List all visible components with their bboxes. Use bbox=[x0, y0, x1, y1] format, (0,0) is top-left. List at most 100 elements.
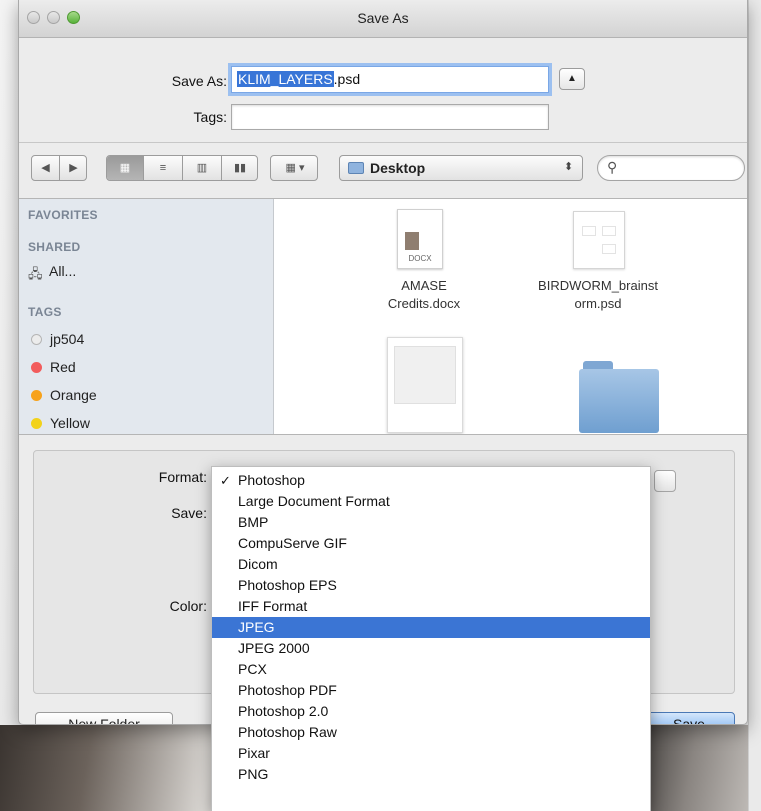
tag-dot-icon bbox=[31, 418, 42, 429]
sidebar: FAVORITES SHARED 🖧 All... TAGS jp504 Red… bbox=[19, 199, 274, 434]
menu-item-iff-format[interactable]: IFF Format bbox=[212, 596, 650, 617]
location-popup[interactable]: Desktop ⬍ bbox=[339, 155, 583, 181]
save-as-label: Save As: bbox=[171, 73, 227, 89]
file-item[interactable]: BIRDWORM_brainst orm.psd bbox=[513, 209, 683, 334]
folder-item[interactable] bbox=[579, 361, 659, 433]
file-type-badge: DOCX bbox=[408, 254, 432, 263]
search-field[interactable]: ⚲ bbox=[597, 155, 745, 181]
menu-item-photoshop[interactable]: ✓ Photoshop bbox=[212, 470, 650, 491]
list-view-button[interactable]: ≡ bbox=[144, 156, 182, 180]
sidebar-section-favorites: FAVORITES bbox=[28, 208, 98, 222]
checkmark-icon: ✓ bbox=[220, 473, 231, 488]
save-label: Save: bbox=[171, 505, 207, 521]
sidebar-item-label: Yellow bbox=[50, 415, 90, 431]
filename-extension: .psd bbox=[333, 71, 361, 87]
file-item[interactable]: DOCX AMASE Credits.docx bbox=[339, 209, 509, 334]
file-name: BIRDWORM_brainst orm.psd bbox=[513, 277, 683, 313]
format-menu: ✓ Photoshop Large Document Format BMP Com… bbox=[211, 466, 651, 811]
menu-item-photoshop-raw[interactable]: Photoshop Raw bbox=[212, 722, 650, 743]
chevron-up-icon: ▲ bbox=[567, 73, 577, 84]
menu-item-label: JPEG 2000 bbox=[238, 640, 310, 656]
file-name-line: AMASE bbox=[401, 278, 447, 293]
tag-dot-icon bbox=[31, 390, 42, 401]
tags-label: Tags: bbox=[193, 109, 227, 125]
thumbnail-photo bbox=[405, 232, 419, 250]
tag-dot-icon bbox=[31, 362, 42, 373]
tags-input[interactable] bbox=[231, 104, 549, 130]
sketch-box bbox=[602, 226, 616, 236]
divider bbox=[19, 142, 747, 143]
menu-item-label: PNG bbox=[238, 766, 269, 782]
menu-item-jpeg-2000[interactable]: JPEG 2000 bbox=[212, 638, 650, 659]
location-label: Desktop bbox=[370, 160, 426, 176]
menu-item-label: Dicom bbox=[238, 556, 278, 572]
arrange-menu-button[interactable]: ▦ ▾ bbox=[270, 155, 318, 181]
menu-item-dicom[interactable]: Dicom bbox=[212, 554, 650, 575]
menu-item-photoshop-2[interactable]: Photoshop 2.0 bbox=[212, 701, 650, 722]
color-label: Color: bbox=[169, 598, 207, 614]
menu-item-label: IFF Format bbox=[238, 598, 308, 614]
format-popup-edge[interactable] bbox=[654, 470, 676, 492]
filename-input[interactable]: KLIM_LAYERS.psd bbox=[231, 66, 549, 93]
new-folder-button[interactable]: New Folder bbox=[35, 712, 173, 724]
collapse-dialog-button[interactable]: ▲ bbox=[559, 68, 585, 90]
menu-item-pcx[interactable]: PCX bbox=[212, 659, 650, 680]
menu-item-label: CompuServe GIF bbox=[238, 535, 347, 551]
format-label: Format: bbox=[158, 469, 207, 485]
menu-item-photoshop-pdf[interactable]: Photoshop PDF bbox=[212, 680, 650, 701]
menu-item-large-document-format[interactable]: Large Document Format bbox=[212, 491, 650, 512]
background-app-edge bbox=[748, 0, 761, 811]
forward-button[interactable]: ▶ bbox=[60, 156, 87, 180]
folder-icon bbox=[348, 162, 364, 174]
cover-flow-icon: ▮▮ bbox=[233, 162, 247, 174]
sidebar-item-label: jp504 bbox=[50, 331, 85, 347]
menu-item-bmp[interactable]: BMP bbox=[212, 512, 650, 533]
menu-item-compuserve-gif[interactable]: CompuServe GIF bbox=[212, 533, 650, 554]
cover-flow-button[interactable]: ▮▮ bbox=[222, 156, 258, 180]
menu-item-jpeg[interactable]: JPEG bbox=[212, 617, 650, 638]
sidebar-item-label: Red bbox=[50, 359, 76, 375]
sidebar-item-label: All... bbox=[49, 263, 77, 279]
window-title: Save As bbox=[357, 10, 409, 26]
search-icon: ⚲ bbox=[607, 159, 618, 175]
filename-selected-text: KLIM_LAYERS bbox=[237, 71, 334, 87]
list-icon: ≡ bbox=[159, 162, 167, 174]
menu-item-label: PCX bbox=[238, 661, 267, 677]
file-item-thumbnail[interactable] bbox=[387, 337, 463, 433]
sidebar-item-tag-orange[interactable]: Orange bbox=[28, 385, 268, 407]
file-name-line: Credits.docx bbox=[387, 296, 461, 311]
file-browser: FAVORITES SHARED 🖧 All... TAGS jp504 Red… bbox=[19, 198, 747, 435]
back-forward-control: ◀ ▶ bbox=[31, 155, 87, 181]
menu-item-label: Pixar bbox=[238, 745, 270, 761]
image-preview bbox=[394, 346, 456, 404]
file-name: AMASE Credits.docx bbox=[339, 277, 509, 313]
menu-item-label: Photoshop 2.0 bbox=[238, 703, 329, 719]
back-button[interactable]: ◀ bbox=[32, 156, 59, 180]
icon-view-button[interactable]: ▦ bbox=[107, 156, 143, 180]
menu-item-png[interactable]: PNG bbox=[212, 764, 650, 785]
docx-document-icon: DOCX bbox=[397, 209, 443, 269]
sidebar-item-tag-jp504[interactable]: jp504 bbox=[28, 329, 268, 351]
arrange-icon: ▦ ▾ bbox=[285, 162, 305, 174]
sidebar-item-all[interactable]: 🖧 All... bbox=[28, 262, 268, 284]
menu-item-label: Photoshop PDF bbox=[238, 682, 337, 698]
menu-item-photoshop-eps[interactable]: Photoshop EPS bbox=[212, 575, 650, 596]
menu-item-label: Photoshop EPS bbox=[238, 577, 337, 593]
columns-icon: ▥ bbox=[196, 162, 208, 174]
sidebar-item-tag-yellow[interactable]: Yellow bbox=[28, 413, 268, 434]
sketch-box bbox=[602, 244, 616, 254]
sketch-box bbox=[582, 226, 596, 236]
grid-icon: ▦ bbox=[119, 162, 131, 174]
menu-item-pixar[interactable]: Pixar bbox=[212, 743, 650, 764]
sidebar-section-shared: SHARED bbox=[28, 240, 81, 254]
sidebar-item-label: Orange bbox=[50, 387, 97, 403]
updown-chevron-icon: ⬍ bbox=[564, 161, 574, 173]
column-view-button[interactable]: ▥ bbox=[183, 156, 221, 180]
sidebar-section-tags: TAGS bbox=[28, 305, 62, 319]
save-button[interactable]: Save bbox=[643, 712, 735, 724]
menu-item-label: Photoshop Raw bbox=[238, 724, 337, 740]
menu-item-label: BMP bbox=[238, 514, 269, 530]
sidebar-item-tag-red[interactable]: Red bbox=[28, 357, 268, 379]
folder-icon bbox=[579, 369, 659, 433]
tag-dot-icon bbox=[31, 334, 42, 345]
